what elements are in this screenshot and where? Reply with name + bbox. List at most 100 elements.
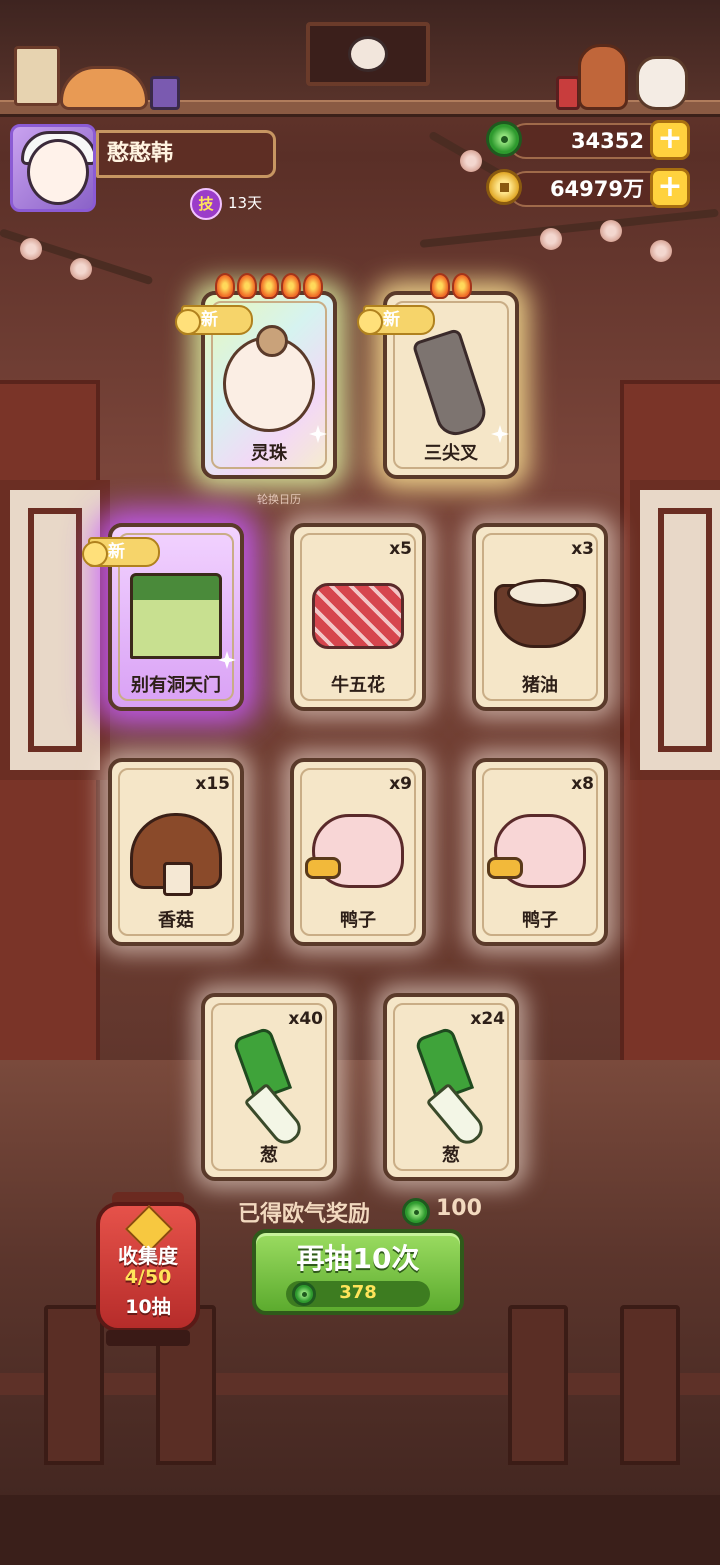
railing-post (508, 1305, 568, 1465)
rarity-flames (387, 273, 515, 299)
jade-currency: 34352 + (486, 120, 690, 162)
card-quantity: x24 (470, 1009, 505, 1029)
jade-icon (402, 1198, 430, 1226)
add-coins-button[interactable]: + (650, 168, 690, 208)
card-quantity: x8 (571, 774, 594, 794)
card-quantity: x5 (389, 539, 412, 559)
flame-icon (452, 273, 472, 299)
card-art (223, 1026, 315, 1150)
draw-card[interactable]: 新 三尖叉 (357, 273, 519, 479)
jade-icon (486, 121, 522, 157)
pork-belly-icon (312, 583, 404, 649)
card-label: 灵珠 (251, 443, 287, 464)
duck-icon (305, 814, 404, 888)
gate-icon (130, 573, 222, 659)
add-jade-button[interactable]: + (650, 120, 690, 160)
card-art (130, 561, 222, 671)
purple-jar (150, 76, 180, 110)
draw-card[interactable]: 新 灵珠 (175, 273, 337, 479)
blossom-branch (419, 208, 719, 248)
card-art (405, 327, 497, 441)
luck-reward-amount: 100 (436, 1196, 482, 1221)
collection-progress: 4/50 (124, 1266, 172, 1288)
red-jar (556, 76, 580, 110)
draw-card[interactable]: x15 香菇 (108, 758, 244, 946)
card-quantity: x15 (195, 774, 230, 794)
card-quantity: x9 (389, 774, 412, 794)
coin-currency: 64979万 + (486, 168, 690, 210)
flame-icon (303, 273, 323, 299)
card-label: 鸭子 (340, 910, 376, 931)
player-avatar[interactable] (10, 124, 96, 212)
scallion-stalk (243, 1082, 307, 1150)
card-label: 猪油 (522, 675, 558, 696)
card-label: 三尖叉 (424, 443, 478, 464)
card-art (494, 561, 586, 671)
draw-card[interactable]: 新 别有洞天门 (82, 523, 244, 711)
card-label: 鸭子 (522, 910, 558, 931)
card-art (130, 796, 222, 906)
lantern-stand (106, 1330, 190, 1346)
shiitake-mushroom-icon (130, 813, 222, 896)
draw-card[interactable]: x8 鸭子 (472, 758, 608, 946)
trident-icon (411, 327, 491, 441)
draw-again-label: 再抽10次 (296, 1242, 420, 1275)
card-label: 香菇 (158, 910, 194, 931)
days-count: 13天 (228, 194, 263, 212)
railing-post (620, 1305, 680, 1465)
draw-again-button[interactable]: 再抽10次 378 (252, 1229, 464, 1315)
bottom-band (0, 1495, 720, 1565)
mushroom-character (578, 44, 628, 110)
card-art (487, 796, 586, 906)
blossom-flower (540, 228, 562, 250)
white-cat-figure (636, 56, 688, 110)
left-window (0, 480, 110, 780)
duck-icon (487, 814, 586, 888)
scallion-stalk (425, 1082, 489, 1150)
scallion-icon (413, 1026, 489, 1150)
raccoon-face-icon (348, 36, 388, 72)
draw-card[interactable]: x24 葱 (383, 993, 519, 1181)
spirit-pearl-baby-icon (223, 325, 315, 432)
draw-card[interactable]: x3 猪油 (472, 523, 608, 711)
card-art (405, 1026, 497, 1150)
blossom-flower (460, 150, 482, 172)
card-label: 别有洞天门 (131, 675, 221, 696)
collection-lantern[interactable]: 收集度 4/50 10抽 (92, 1192, 204, 1352)
card-quantity: x3 (571, 539, 594, 559)
skill-badge-icon[interactable]: 技 (190, 188, 222, 220)
card-label: 葱 (260, 1145, 278, 1166)
blossom-flower (70, 258, 92, 280)
draw-cost: 378 (286, 1281, 430, 1307)
railing-bar (0, 1373, 720, 1395)
draw-cost-amount: 378 (339, 1282, 377, 1303)
lard-bowl-icon (494, 579, 586, 648)
draw-card[interactable]: x5 牛五花 (290, 523, 426, 711)
right-window (630, 480, 720, 780)
jade-amount: 34352 (570, 129, 644, 153)
scallion-icon (231, 1026, 307, 1150)
flame-icon (237, 273, 257, 299)
paw-scroll-sign (14, 46, 60, 106)
rarity-flames (205, 273, 333, 299)
coin-icon (486, 169, 522, 205)
card-art (312, 561, 404, 671)
draw-card[interactable]: x40 葱 (201, 993, 337, 1181)
flame-icon (259, 273, 279, 299)
blossom-flower (600, 220, 622, 242)
card-quantity: x40 (288, 1009, 323, 1029)
calendar-label: 轮换日历 (257, 493, 301, 506)
card-label: 牛五花 (331, 675, 385, 696)
flame-icon (281, 273, 301, 299)
collection-title: 收集度 (118, 1244, 178, 1268)
draw-card[interactable]: x9 鸭子 (290, 758, 426, 946)
card-art (223, 325, 315, 439)
hanging-portrait (306, 22, 430, 86)
player-name: 憨憨韩 (96, 130, 276, 178)
card-art (305, 796, 404, 906)
coin-amount: 64979万 (549, 177, 644, 201)
flame-icon (430, 273, 450, 299)
flame-icon (215, 273, 235, 299)
luck-reward-label: 已得欧气奖励 (238, 1202, 371, 1227)
collection-draws: 10抽 (125, 1296, 171, 1318)
